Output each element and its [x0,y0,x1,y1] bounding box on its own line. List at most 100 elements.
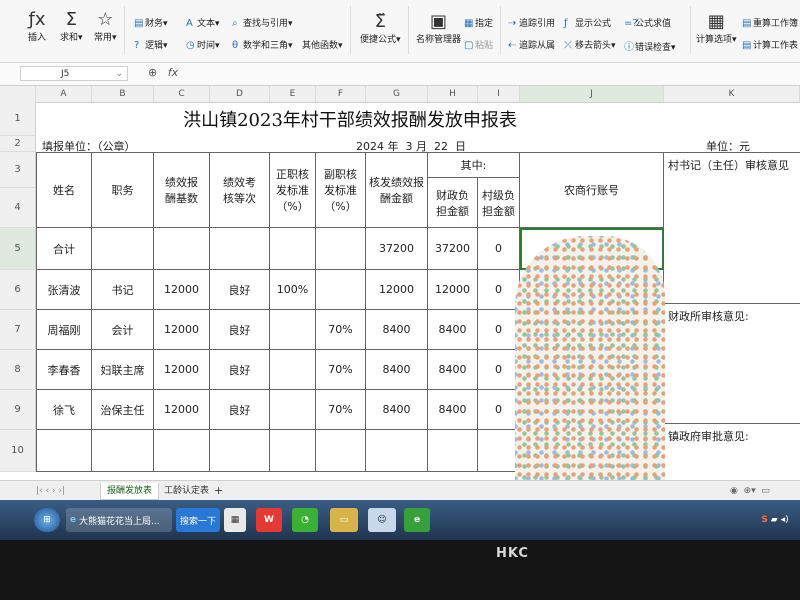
table-cell-base[interactable]: 12000 [154,350,210,390]
taskbar-browser-window[interactable]: e 大熊猫花花当上局... [66,508,172,532]
wps-app-icon[interactable]: W [256,508,282,532]
header-base[interactable]: 绩效报酬基数 [154,152,210,228]
table-cell[interactable] [92,430,154,472]
tab-salary-sheet[interactable]: 报酬发放表 [100,483,160,500]
header-among[interactable]: 其中: [428,152,520,178]
autosum-button[interactable]: Σ 求和▾ [60,10,83,44]
table-cell-base[interactable]: 12000 [154,270,210,310]
table-cell[interactable] [428,430,478,472]
finance-review[interactable]: 财政所审核意见: [664,304,800,424]
finance-functions-button[interactable]: ▤ 财务▾ [134,16,168,29]
table-cell-deputy[interactable]: 70% [316,310,366,350]
table-cell-grade[interactable]: 良好 [210,310,270,350]
show-formula-button[interactable]: ƒ 显示公式 [564,16,611,29]
remove-arrows-button[interactable]: ⤫ 移去箭头▾ [564,38,616,51]
header-name[interactable]: 姓名 [36,152,92,228]
row-header[interactable]: 7 [0,310,36,350]
calculator-app-icon[interactable]: ▦ [224,508,246,532]
column-header-selected[interactable]: J [520,86,664,102]
table-cell-name[interactable]: 张清波 [36,270,92,310]
table-cell-amount[interactable]: 8400 [366,310,428,350]
table-cell-amount[interactable]: 8400 [366,350,428,390]
table-cell-grade[interactable]: 良好 [210,350,270,390]
recalc-workbook-button[interactable]: ▤ 重算工作簿 [742,16,798,29]
calc-options-button[interactable]: ▦ 计算选项▾ [696,12,737,46]
table-cell-village[interactable]: 0 [478,390,520,430]
table-cell-village[interactable]: 0 [478,270,520,310]
row-header-selected[interactable]: 5 [0,228,36,270]
row-header[interactable]: 8 [0,350,36,390]
name-manager-button[interactable]: ▣ 名称管理器 [416,12,461,46]
trace-precedents-button[interactable]: ⇢ 追踪引用 [508,16,555,29]
table-cell-grade[interactable]: 良好 [210,390,270,430]
lookup-functions-button[interactable]: ⌕ 查找与引用▾ [232,16,293,29]
table-cell-base[interactable] [154,228,210,270]
table-cell-name[interactable]: 合计 [36,228,92,270]
table-cell-deputy[interactable]: 70% [316,390,366,430]
table-cell[interactable] [270,430,316,472]
table-cell-fiscal[interactable]: 37200 [428,228,478,270]
table-cell-grade[interactable]: 良好 [210,270,270,310]
column-header[interactable]: A [36,86,92,102]
error-check-button[interactable]: ⓘ错误检查▾ [624,38,676,53]
table-cell-chief[interactable]: 100% [270,270,316,310]
insert-function-button[interactable]: ƒx 插入 [28,10,46,44]
zoom-icon[interactable]: ⊕ [148,66,157,79]
row-header[interactable]: 6 [0,270,36,310]
tab-nav-arrows[interactable]: |‹ ‹ › ›| [30,483,71,499]
table-cell-fiscal[interactable]: 8400 [428,350,478,390]
table-cell-amount[interactable]: 12000 [366,270,428,310]
assign-button[interactable]: ▦ 指定 [464,16,493,29]
column-header[interactable]: G [366,86,428,102]
table-cell-chief[interactable] [270,310,316,350]
table-cell-grade[interactable] [210,228,270,270]
calc-sheet-button[interactable]: ▤ 计算工作表 [742,38,798,51]
table-cell-position[interactable]: 会计 [92,310,154,350]
table-cell[interactable] [36,430,92,472]
column-header[interactable]: K [664,86,800,102]
table-cell-fiscal[interactable]: 12000 [428,270,478,310]
header-village[interactable]: 村级负担金额 [478,178,520,228]
header-bank-account[interactable]: 农商行账号 [520,152,664,228]
view-icon[interactable]: ◉ ⊕▾ ▭ [724,483,776,499]
column-header[interactable]: C [154,86,210,102]
table-cell-name[interactable]: 李春香 [36,350,92,390]
column-header[interactable]: D [210,86,270,102]
select-all-corner[interactable] [0,86,36,102]
header-fiscal[interactable]: 财政负担金额 [428,178,478,228]
table-cell-name[interactable]: 周福刚 [36,310,92,350]
browser-app-icon[interactable]: e [404,508,430,532]
table-cell-village[interactable]: 0 [478,228,520,270]
row-header[interactable]: 1 [0,102,36,136]
header-chief-standard[interactable]: 正职核发标准（%） [270,152,316,228]
taskbar-search[interactable]: 搜索一下 [176,508,220,532]
table-cell-deputy[interactable] [316,228,366,270]
table-cell-position[interactable] [92,228,154,270]
math-functions-button[interactable]: θ 数学和三角▾ [232,38,293,51]
row-header[interactable]: 9 [0,390,36,430]
row-header[interactable]: 2 [0,136,36,152]
spreadsheet-grid[interactable]: A B C D E F G H I J K 1 2 3 4 5 6 7 8 9 … [0,86,800,480]
table-cell-village[interactable]: 0 [478,350,520,390]
table-cell-deputy[interactable] [316,270,366,310]
table-cell[interactable] [316,430,366,472]
evaluate-formula-button[interactable]: =?公式求值 [624,16,671,29]
explorer-app-icon[interactable]: ▭ [330,508,358,532]
trace-dependents-button[interactable]: ⇠ 追踪从属 [508,38,555,51]
table-cell[interactable] [154,430,210,472]
row-header[interactable]: 3 [0,152,36,188]
table-cell[interactable] [210,430,270,472]
header-grade[interactable]: 绩效考核等次 [210,152,270,228]
table-cell-chief[interactable] [270,390,316,430]
column-header[interactable]: H [428,86,478,102]
table-cell-position[interactable]: 书记 [92,270,154,310]
header-deputy-standard[interactable]: 副职核发标准（%） [316,152,366,228]
common-functions-button[interactable]: ☆ 常用▾ [94,10,117,44]
add-sheet-button[interactable]: + [208,483,229,499]
paste-button[interactable]: ▢ 粘贴 [464,38,493,51]
users-app-icon[interactable]: ☺ [368,508,396,532]
table-cell-amount[interactable]: 8400 [366,390,428,430]
table-cell[interactable] [366,430,428,472]
name-box[interactable]: J5 ⌄ [20,66,128,81]
column-header[interactable]: B [92,86,154,102]
